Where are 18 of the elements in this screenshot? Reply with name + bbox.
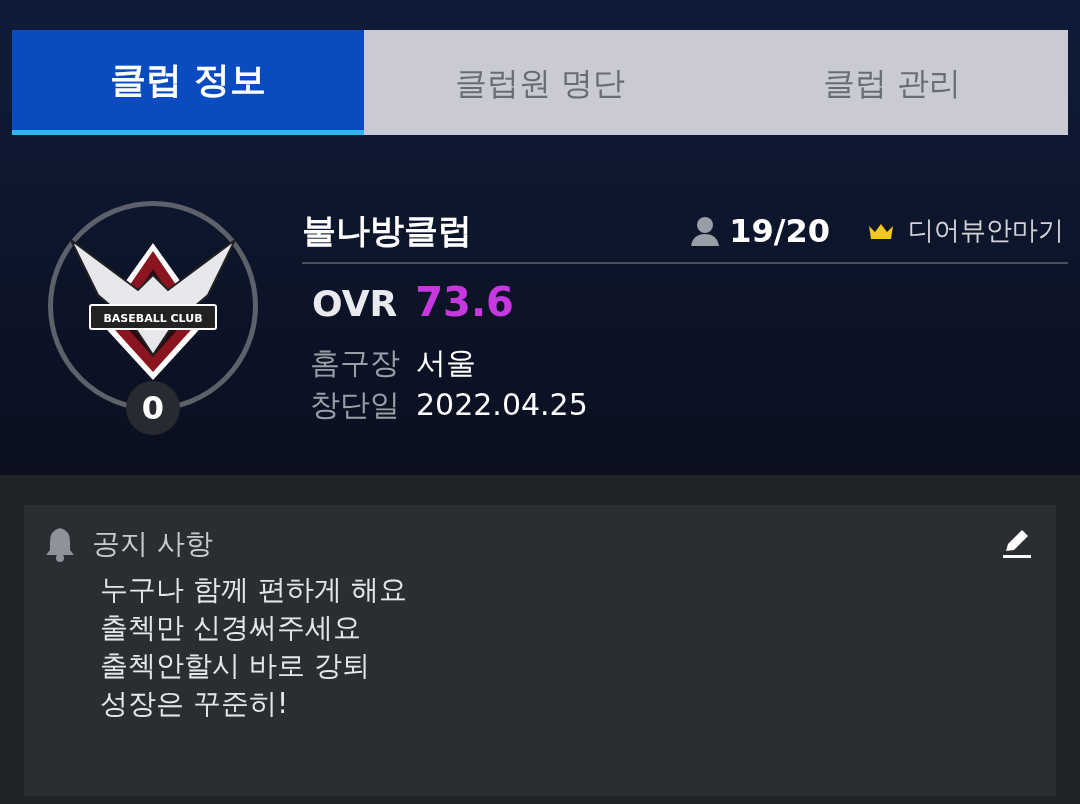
detail-label: 홈구장 <box>310 344 400 382</box>
notice-title: 공지 사항 <box>92 526 213 562</box>
tab[interactable]: 클럽 관리 <box>716 30 1068 135</box>
ovr-value: 73.6 <box>415 278 514 327</box>
notice-line: 성장은 꾸준히! <box>100 686 290 722</box>
notice-line: 출첵만 신경써주세요 <box>100 610 362 646</box>
leader-name: 디어뷰안마기 <box>908 214 1064 247</box>
member-count: 19/20 <box>729 210 830 252</box>
ovr-label: OVR <box>312 282 398 326</box>
notice-line: 누구나 함께 편하게 해요 <box>100 572 408 608</box>
tab[interactable]: 클럽 정보 <box>12 30 364 135</box>
notice-line: 출첵안할시 바로 강퇴 <box>100 648 371 684</box>
detail-label: 창단일 <box>310 386 400 424</box>
detail-value: 서울 <box>416 344 476 382</box>
level-badge: 0 <box>126 381 180 435</box>
tab[interactable]: 클럽원 명단 <box>364 30 716 135</box>
detail-value: 2022.04.25 <box>416 386 588 424</box>
club-name: 불나방클럽 <box>302 209 473 252</box>
